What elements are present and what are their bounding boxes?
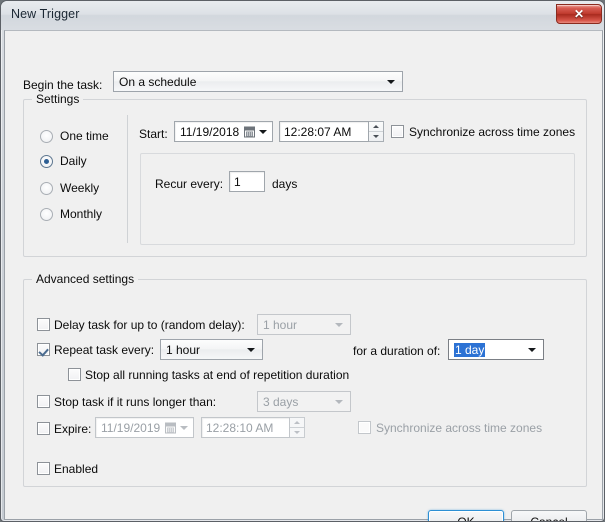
recurrence-panel	[140, 153, 575, 245]
ok-button-label: OK	[457, 514, 475, 522]
chevron-down-icon	[335, 322, 343, 327]
radio-one-time[interactable]	[40, 130, 53, 143]
cancel-button[interactable]: Cancel	[511, 510, 587, 522]
expire-time-field[interactable]: 12:28:10 AM	[201, 417, 290, 438]
start-sync-timezones-label: Synchronize across time zones	[409, 125, 576, 139]
stop-longer-combo-value: 3 days	[263, 394, 299, 409]
advanced-settings-group-label: Advanced settings	[32, 272, 139, 286]
calendar-icon	[165, 422, 176, 433]
recur-every-input[interactable]: 1	[229, 171, 265, 192]
stop-longer-checkbox[interactable]	[37, 395, 50, 408]
repeat-task-combo[interactable]: 1 hour	[160, 339, 263, 360]
repeat-task-checkbox[interactable]	[37, 343, 50, 356]
enabled-checkbox[interactable]	[37, 462, 50, 475]
ok-button[interactable]: OK	[428, 510, 504, 522]
begin-task-combo[interactable]: On a schedule	[113, 71, 403, 92]
recur-every-value: 1	[234, 174, 241, 189]
repeat-task-label: Repeat task every:	[54, 343, 155, 357]
duration-combo[interactable]: 1 day	[448, 339, 544, 360]
expire-time-spinner[interactable]	[290, 417, 305, 438]
close-button[interactable]: ✕	[556, 4, 602, 24]
enabled-label: Enabled	[54, 462, 99, 476]
radio-monthly[interactable]	[40, 208, 53, 221]
duration-label: for a duration of:	[353, 344, 441, 358]
window-title: New Trigger	[11, 7, 80, 21]
delay-task-combo-value: 1 hour	[263, 317, 298, 332]
begin-task-combo-value: On a schedule	[119, 74, 197, 89]
radio-monthly-label: Monthly	[60, 207, 103, 221]
cancel-button-label: Cancel	[530, 514, 568, 522]
close-icon: ✕	[573, 7, 585, 21]
expire-sync-timezones-checkbox[interactable]	[358, 421, 371, 434]
chevron-down-icon	[259, 129, 267, 134]
stop-longer-label: Stop task if it runs longer than:	[54, 395, 217, 409]
spinner-up-icon[interactable]	[369, 122, 383, 132]
begin-task-label: Begin the task:	[23, 78, 103, 92]
start-label: Start:	[139, 127, 168, 141]
radio-one-time-label: One time	[60, 129, 109, 143]
settings-divider	[127, 115, 128, 243]
chevron-down-icon	[247, 347, 255, 352]
spinner-up-icon[interactable]	[290, 418, 304, 428]
start-time-value: 12:28:07 AM	[284, 124, 352, 139]
settings-group-label: Settings	[32, 92, 84, 106]
chevron-down-icon	[335, 399, 343, 404]
stop-longer-combo[interactable]: 3 days	[257, 391, 351, 412]
expire-date-value: 11/19/2019	[101, 420, 161, 435]
start-time-spinner[interactable]	[369, 121, 384, 142]
title-bar[interactable]: New Trigger ✕	[1, 1, 604, 30]
delay-task-checkbox[interactable]	[37, 318, 50, 331]
radio-daily[interactable]	[40, 155, 53, 168]
start-date-value: 11/19/2018	[180, 124, 240, 139]
delay-task-combo[interactable]: 1 hour	[257, 314, 351, 335]
expire-date-picker[interactable]: 11/19/2019	[95, 417, 194, 438]
expire-label: Expire:	[54, 422, 92, 436]
repeat-task-combo-value: 1 hour	[166, 342, 201, 357]
chevron-down-icon	[180, 425, 188, 430]
chevron-down-icon	[387, 79, 395, 84]
spinner-down-icon[interactable]	[290, 428, 304, 438]
radio-weekly[interactable]	[40, 182, 53, 195]
expire-sync-timezones-label: Synchronize across time zones	[376, 421, 543, 435]
recur-every-unit-label: days	[272, 177, 298, 191]
spinner-down-icon[interactable]	[369, 132, 383, 142]
expire-time-value: 12:28:10 AM	[206, 420, 274, 435]
start-sync-timezones-checkbox[interactable]	[391, 125, 404, 138]
stop-all-running-tasks-checkbox[interactable]	[68, 368, 81, 381]
expire-checkbox[interactable]	[37, 422, 50, 435]
stop-all-running-tasks-label: Stop all running tasks at end of repetit…	[85, 368, 350, 382]
chevron-down-icon	[528, 347, 536, 352]
advanced-settings-group: Advanced settings	[23, 272, 587, 487]
start-time-field[interactable]: 12:28:07 AM	[279, 121, 369, 142]
radio-weekly-label: Weekly	[60, 181, 100, 195]
delay-task-label: Delay task for up to (random delay):	[54, 318, 245, 332]
new-trigger-dialog: New Trigger ✕ Begin the task: On a sched…	[0, 0, 605, 522]
start-date-picker[interactable]: 11/19/2018	[174, 121, 273, 142]
calendar-icon	[244, 126, 255, 137]
dialog-client-area: Begin the task: On a schedule Settings O…	[4, 30, 603, 522]
radio-daily-label: Daily	[60, 154, 87, 168]
recur-every-label: Recur every:	[155, 177, 224, 191]
duration-combo-value: 1 day	[454, 342, 486, 357]
